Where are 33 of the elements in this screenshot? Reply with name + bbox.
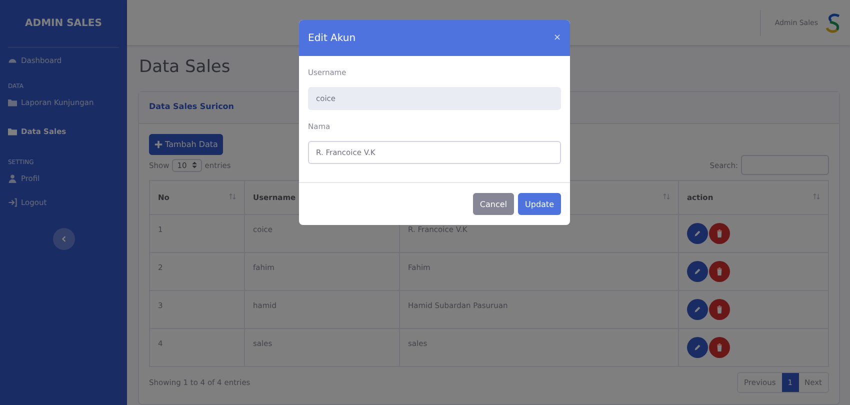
updown-caret-icon [192, 161, 197, 169]
sort-icon [229, 193, 236, 202]
trash-icon [715, 343, 724, 352]
trash-icon [715, 267, 724, 276]
edit-button[interactable] [687, 261, 708, 282]
pencil-icon [693, 229, 702, 238]
folder-icon [8, 126, 17, 136]
pencil-icon [693, 305, 702, 314]
trash-icon [715, 305, 724, 314]
page-title: Data Sales [139, 57, 230, 79]
dialog-title: Edit Akun [308, 32, 356, 44]
plus-icon [154, 140, 163, 149]
edit-button[interactable] [687, 223, 708, 244]
cancel-button[interactable]: Cancel [472, 193, 514, 215]
close-button[interactable]: × [553, 33, 561, 43]
delete-button[interactable] [709, 223, 730, 244]
brand-title: ADMIN SALES [8, 0, 119, 48]
logout-icon [8, 198, 17, 206]
edit-button[interactable] [687, 337, 708, 358]
delete-button[interactable] [709, 337, 730, 358]
pencil-icon [693, 267, 702, 276]
update-button[interactable]: Update [518, 193, 561, 215]
pencil-icon [693, 343, 702, 352]
edit-button[interactable] [687, 299, 708, 320]
sort-icon [813, 193, 820, 202]
sort-icon [663, 193, 670, 202]
folder-icon [8, 98, 17, 106]
user-icon [8, 174, 17, 182]
trash-icon [715, 229, 724, 238]
add-data-button[interactable]: Tambah Data [149, 134, 223, 155]
chevron-left-icon [60, 235, 68, 243]
delete-button[interactable] [709, 299, 730, 320]
delete-button[interactable] [709, 261, 730, 282]
